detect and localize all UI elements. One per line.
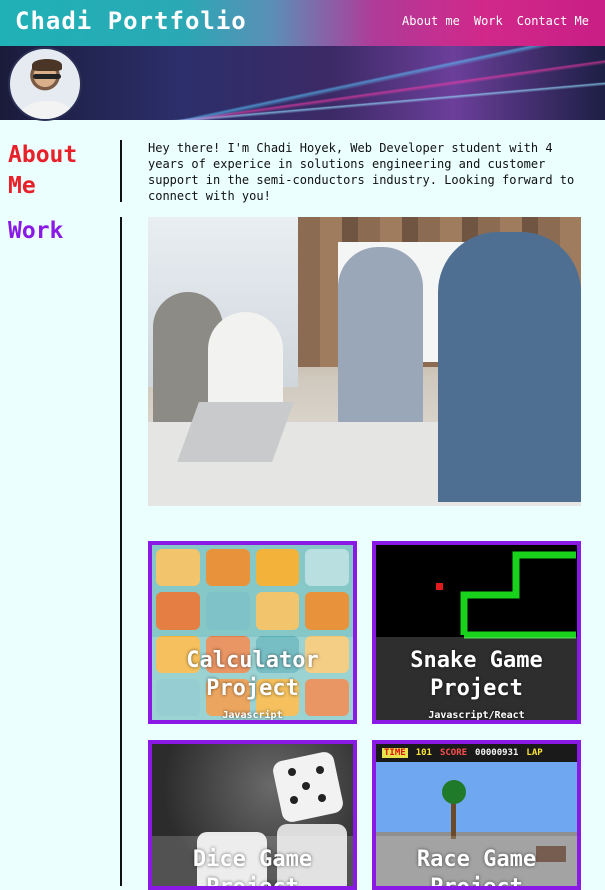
race-hud: TIME 101 SCORE 00000931 LAP — [382, 748, 577, 758]
work-divider — [120, 217, 122, 886]
hero-person — [338, 247, 423, 422]
project-title: Calculator Project — [186, 648, 319, 701]
project-card-calculator[interactable]: Calculator Project Javascript — [148, 541, 357, 724]
main-nav: About me Work Contact Me — [402, 14, 589, 28]
project-title: Race Game Project — [416, 847, 537, 890]
site-title: Chadi Portfolio — [15, 7, 247, 35]
project-title: Dice Game Project — [192, 847, 313, 890]
race-hud-time: TIME — [382, 748, 408, 758]
avatar-shirt — [20, 101, 74, 119]
header-banner-image — [0, 46, 605, 120]
about-text: Hey there! I'm Chadi Hoyek, Web Develope… — [148, 141, 575, 203]
work-hero-image — [148, 217, 581, 506]
nav-work-link[interactable]: Work — [474, 14, 503, 28]
race-hud-score: 00000931 — [475, 748, 519, 758]
nav-about-link[interactable]: About me — [402, 14, 460, 28]
hero-person — [438, 232, 581, 502]
race-hud-lap: LAP — [526, 748, 543, 758]
nav-contact-link[interactable]: Contact Me — [517, 14, 589, 28]
site-header: Chadi Portfolio About me Work Contact Me — [0, 0, 605, 46]
race-hud-score-label: SCORE — [439, 748, 468, 758]
project-card-race[interactable]: TIME 101 SCORE 00000931 LAP Race Game Pr… — [372, 740, 581, 890]
race-hud-speed: 101 — [415, 748, 432, 758]
project-title: Snake Game Project — [410, 648, 543, 701]
project-card-snake[interactable]: Snake Game Project Javascript/React — [372, 541, 581, 724]
profile-avatar — [8, 47, 82, 121]
avatar-hair — [32, 59, 62, 71]
project-card-dice[interactable]: Dice Game Project — [148, 740, 357, 890]
section-heading-work: Work — [8, 218, 64, 244]
section-heading-about: About Me — [8, 142, 78, 199]
project-tech: Javascript/React — [428, 710, 525, 721]
avatar-glasses — [33, 74, 61, 79]
project-tech: Javascript — [222, 710, 283, 721]
about-divider — [120, 140, 122, 202]
